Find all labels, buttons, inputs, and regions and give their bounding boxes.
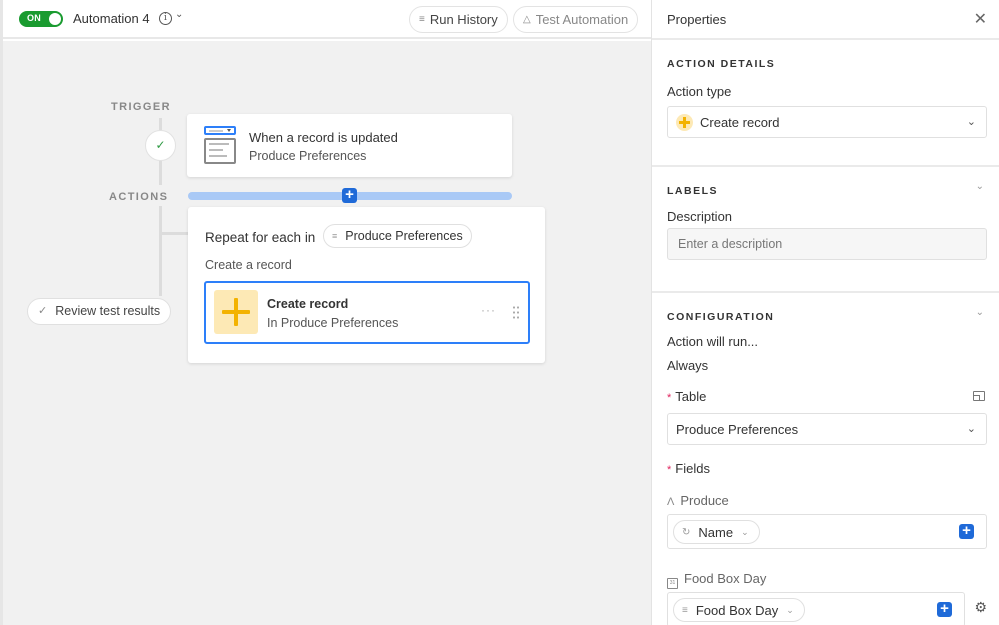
food-box-day-token[interactable]: ≡ Food Box Day ⌄ (673, 598, 805, 622)
more-options-icon[interactable]: ··· (481, 303, 496, 317)
repeat-label: Repeat for each in (205, 230, 316, 245)
trigger-title: When a record is updated (249, 130, 398, 145)
list-icon: ≡ (419, 14, 425, 25)
connector-branch (160, 232, 188, 235)
field-produce-label: Λ Produce (667, 493, 729, 508)
connector-line (159, 161, 162, 185)
repeat-inner-label: Create a record (205, 258, 292, 272)
chevron-down-icon: ⌄ (966, 116, 976, 128)
action-subtitle: In Produce Preferences (267, 316, 399, 330)
action-type-select[interactable]: Create record ⌄ (667, 106, 987, 138)
open-table-icon[interactable] (973, 391, 985, 401)
gear-icon[interactable]: ⚙ (974, 599, 987, 616)
labels-heading: LABELS (667, 185, 718, 197)
automation-editor: ON Automation 4 i ⌄ ≡ Run History △ Test… (0, 0, 651, 625)
panel-title: Properties (667, 12, 727, 27)
description-input[interactable] (667, 228, 987, 260)
insert-value-plus-button[interactable]: + (959, 523, 974, 539)
list-icon: ≡ (332, 231, 338, 241)
review-test-results-button[interactable]: ✓ Review test results (27, 298, 172, 325)
drag-handle-icon[interactable] (512, 305, 520, 319)
flask-icon: △ (523, 14, 531, 25)
name-token[interactable]: ↻ Name ⌄ (673, 520, 760, 544)
action-type-label: Action type (667, 84, 732, 99)
table-label: * Table (667, 389, 706, 404)
token-label: Food Box Day (695, 602, 779, 618)
table-label-text: Table (675, 389, 707, 404)
field-name: Food Box Day (684, 571, 767, 586)
token-label: Name (698, 524, 734, 540)
fields-label: * Fields (667, 461, 710, 476)
table-value: Produce Preferences (676, 422, 799, 437)
field-name: Produce (680, 493, 729, 508)
create-record-plus-icon (676, 114, 693, 131)
description-label: Description (667, 209, 733, 224)
text-field-type-icon: Λ (667, 496, 675, 508)
run-condition-label: Action will run... (667, 334, 759, 349)
required-marker: * (667, 392, 672, 404)
trigger-table: Produce Preferences (249, 149, 367, 163)
list-icon: ≡ (682, 604, 688, 616)
action-details-section: ACTION DETAILS Action type Create record… (652, 40, 999, 167)
add-step-button[interactable]: + (342, 187, 357, 203)
configuration-section: CONFIGURATION ⌄ Action will run... Alway… (652, 293, 999, 625)
repeat-source: Produce Preferences (345, 229, 463, 243)
toggle-knob (49, 13, 61, 25)
record-updated-icon (204, 126, 236, 164)
labels-section: LABELS ⌄ Description (652, 167, 999, 293)
test-automation-label: Test Automation (535, 12, 629, 27)
top-bar: ON Automation 4 i ⌄ ≡ Run History △ Test… (3, 0, 651, 39)
chevron-down-icon: ⌄ (966, 423, 976, 435)
panel-header: Properties ✕ (652, 0, 999, 40)
calendar-icon: 31 (667, 578, 678, 589)
insert-value-plus-button[interactable]: + (937, 601, 952, 617)
toggle-label: ON (27, 13, 42, 23)
required-marker: * (667, 464, 672, 476)
automation-on-toggle[interactable]: ON (19, 11, 63, 27)
fields-label-text: Fields (675, 461, 710, 476)
field-food-box-day-input[interactable]: ≡ Food Box Day ⌄ + (667, 592, 965, 625)
close-icon[interactable]: ✕ (974, 9, 987, 29)
trigger-section-label: TRIGGER (111, 101, 171, 113)
actions-section-label: ACTIONS (109, 191, 169, 203)
field-produce-input[interactable]: ↻ Name ⌄ + (667, 514, 987, 549)
chevron-down-icon[interactable]: ⌄ (175, 9, 183, 20)
run-condition-value[interactable]: Always (667, 358, 708, 373)
create-record-action-card[interactable]: Create record In Produce Preferences ··· (204, 281, 530, 344)
chevron-down-icon: ⌄ (786, 604, 794, 615)
automation-name[interactable]: Automation 4 (73, 11, 150, 26)
properties-panel: Properties ✕ ACTION DETAILS Action type … (651, 0, 999, 625)
check-icon: ✓ (38, 305, 48, 317)
review-test-results-label: Review test results (55, 304, 161, 318)
run-history-label: Run History (429, 12, 498, 27)
repeat-source-chip[interactable]: ≡ Produce Preferences (323, 224, 472, 248)
action-details-heading: ACTION DETAILS (667, 58, 776, 70)
configuration-heading: CONFIGURATION (667, 311, 775, 323)
table-select[interactable]: Produce Preferences ⌄ (667, 413, 987, 445)
connector-line (159, 206, 162, 296)
action-title: Create record (267, 297, 349, 311)
test-automation-button[interactable]: △ Test Automation (513, 6, 639, 33)
collapse-chevron-icon[interactable]: ⌄ (976, 307, 984, 318)
trigger-card[interactable]: When a record is updated Produce Prefere… (187, 114, 512, 177)
info-icon[interactable]: i (159, 12, 172, 25)
field-food-box-day-label: 31 Food Box Day (667, 571, 766, 589)
repeat-group-card[interactable]: Repeat for each in ≡ Produce Preferences… (188, 207, 545, 363)
create-record-plus-icon (214, 290, 258, 334)
collapse-chevron-icon[interactable]: ⌄ (976, 181, 984, 192)
run-history-button[interactable]: ≡ Run History (409, 6, 508, 33)
refresh-icon: ↻ (682, 526, 691, 538)
trigger-status-check-icon: ✓ (145, 130, 176, 161)
action-type-value: Create record (700, 115, 780, 130)
connector-line (159, 118, 162, 130)
chevron-down-icon: ⌄ (741, 526, 749, 537)
